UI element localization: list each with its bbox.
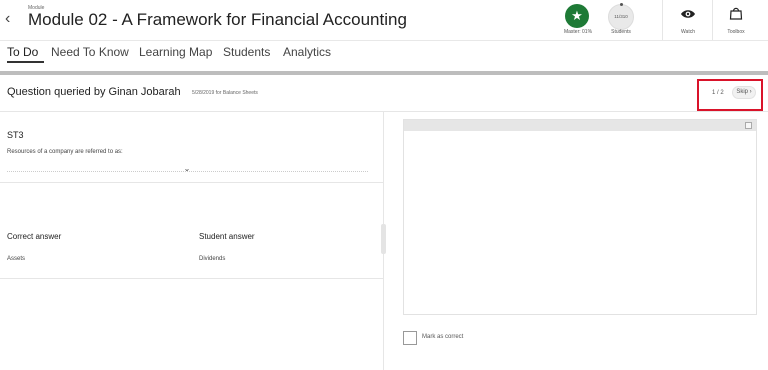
- mastery-label: Master: 01%: [563, 29, 593, 35]
- student-answer-value: Dividends: [199, 256, 226, 262]
- bag-icon[interactable]: [729, 6, 743, 20]
- mark-as-correct-label: Mark as correct: [422, 334, 464, 340]
- skip-button[interactable]: Skip ›: [732, 86, 756, 99]
- question-card: Question queried by Ginan Jobarah 5/28/2…: [0, 75, 768, 370]
- question-prompt: Resources of a company are referred to a…: [7, 149, 123, 155]
- tab-analytics[interactable]: Analytics: [283, 45, 331, 59]
- chevron-down-icon[interactable]: ⌄: [182, 164, 192, 174]
- page-title: Module 02 - A Framework for Financial Ac…: [28, 10, 407, 29]
- question-meta: 5/28/2019 for Balance Sheets: [192, 90, 258, 96]
- section-divider: [0, 182, 383, 183]
- correct-answer-heading: Correct answer: [7, 232, 62, 241]
- tab-students[interactable]: Students: [223, 45, 270, 59]
- tab-to-do[interactable]: To Do: [7, 45, 38, 59]
- header-divider: [662, 0, 663, 40]
- question-code: ST3: [7, 130, 24, 140]
- tab-learning-map[interactable]: Learning Map: [139, 45, 212, 59]
- star-icon[interactable]: ★: [565, 4, 589, 28]
- students-label: Students: [611, 29, 631, 35]
- toolbox-label: Toolbox: [727, 29, 745, 35]
- question-pane: ST3 Resources of a company are referred …: [0, 112, 383, 370]
- student-answer-heading: Student answer: [199, 232, 255, 241]
- mark-as-correct-checkbox[interactable]: [403, 331, 417, 345]
- eye-icon[interactable]: [680, 8, 696, 20]
- watch-label: Watch: [681, 29, 695, 35]
- tab-need-to-know[interactable]: Need To Know: [51, 45, 129, 59]
- section-divider: [0, 278, 383, 279]
- question-title: Question queried by Ginan Jobarah: [7, 86, 181, 98]
- expand-icon[interactable]: [745, 122, 752, 129]
- students-progress-badge[interactable]: 11/310: [608, 3, 634, 30]
- header-divider: [712, 0, 713, 40]
- back-chevron-icon[interactable]: ‹: [5, 10, 19, 28]
- correct-answer-value: Assets: [7, 256, 26, 262]
- question-counter: 1 / 2: [712, 90, 724, 96]
- editor-toolbar: [404, 120, 756, 131]
- response-editor[interactable]: [403, 119, 757, 315]
- skip-label: Skip: [736, 89, 748, 95]
- tab-bar: To Do Need To Know Learning Map Students…: [0, 41, 768, 69]
- splitter-handle[interactable]: [381, 224, 386, 254]
- module-header: ‹ Module Module 02 - A Framework for Fin…: [0, 0, 768, 40]
- active-tab-indicator: [7, 61, 44, 63]
